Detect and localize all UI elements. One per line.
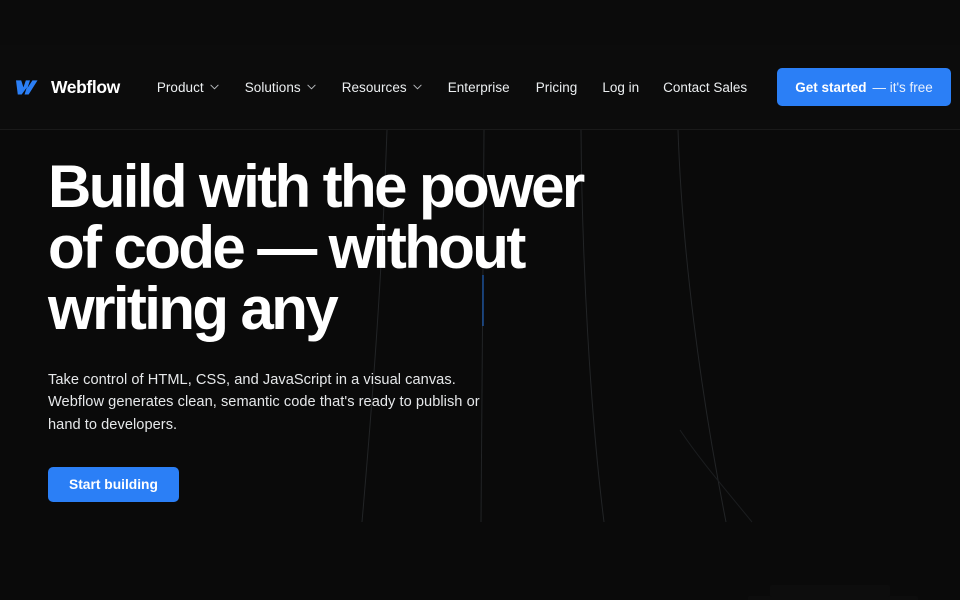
nav-item-pricing[interactable]: Pricing	[523, 72, 591, 103]
nav-item-label: Solutions	[244, 79, 301, 95]
chevron-down-icon	[210, 84, 219, 90]
site-header: Webflow Product Solutions Resources Ente…	[0, 45, 960, 130]
primary-nav: Product Solutions Resources Enterprise P…	[144, 72, 591, 103]
start-building-button[interactable]: Start building	[48, 467, 179, 503]
top-strip	[0, 0, 960, 45]
headline-line-2: of code — without	[48, 214, 526, 281]
headline-line-1: Build with the power	[48, 153, 585, 220]
page-root: Webflow Product Solutions Resources Ente…	[0, 0, 960, 600]
contact-sales-link[interactable]: Contact Sales	[651, 72, 759, 103]
nav-item-solutions[interactable]: Solutions	[232, 72, 329, 103]
header-left-group: Webflow Product Solutions Resources Ente…	[16, 72, 590, 103]
header-right-group: Log in Contact Sales Get started — it's …	[590, 68, 951, 106]
webflow-w-mark-icon	[16, 79, 42, 96]
get-started-sublabel: — it's free	[872, 79, 933, 95]
webflow-logo[interactable]: Webflow	[16, 77, 120, 98]
login-link[interactable]: Log in	[590, 72, 651, 103]
get-started-button[interactable]: Get started — it's free	[777, 68, 951, 106]
brand-name: Webflow	[51, 76, 120, 97]
chevron-down-icon	[307, 84, 316, 90]
hero-section: Build with the power of code — without w…	[0, 130, 960, 600]
hero-subcopy: Take control of HTML, CSS, and JavaScrip…	[48, 372, 480, 433]
nav-item-label: Enterprise	[447, 79, 510, 95]
nav-item-enterprise[interactable]: Enterprise	[435, 72, 523, 103]
nav-item-resources[interactable]: Resources	[329, 72, 435, 103]
page-title: Build with the power of code — without w…	[48, 156, 648, 339]
chevron-down-icon	[413, 84, 422, 90]
headline-line-3: writing any	[48, 275, 339, 342]
nav-item-product[interactable]: Product	[144, 72, 232, 103]
nav-item-label: Product	[156, 79, 204, 95]
nav-item-label: Resources	[341, 79, 407, 95]
get-started-label: Get started	[795, 79, 867, 95]
hero-content: Build with the power of code — without w…	[0, 130, 960, 503]
nav-item-label: Pricing	[535, 79, 578, 95]
